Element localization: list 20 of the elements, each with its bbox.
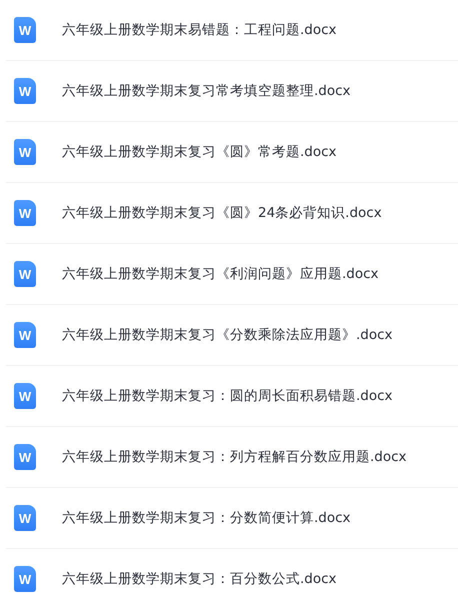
file-name[interactable]: 六年级上册数学期末易错题：工程问题.docx: [62, 21, 337, 39]
document-icon: W: [14, 322, 36, 348]
file-name[interactable]: 六年级上册数学期末复习：分数简便计算.docx: [62, 509, 351, 527]
file-name[interactable]: 六年级上册数学期末复习：圆的周长面积易错题.docx: [62, 387, 393, 405]
document-icon: W: [14, 383, 36, 409]
document-icon: W: [14, 261, 36, 287]
file-name[interactable]: 六年级上册数学期末复习《利润问题》应用题.docx: [62, 265, 379, 283]
document-icon: W: [14, 78, 36, 104]
document-icon: W: [14, 505, 36, 531]
file-name[interactable]: 六年级上册数学期末复习：列方程解百分数应用题.docx: [62, 448, 407, 466]
document-icon: W: [14, 566, 36, 592]
file-name[interactable]: 六年级上册数学期末复习常考填空题整理.docx: [62, 82, 351, 100]
file-name[interactable]: 六年级上册数学期末复习：百分数公式.docx: [62, 570, 337, 588]
document-icon: W: [14, 200, 36, 226]
file-name[interactable]: 六年级上册数学期末复习《圆》常考题.docx: [62, 143, 337, 161]
document-icon: W: [14, 17, 36, 43]
document-icon: W: [14, 444, 36, 470]
document-icon: W: [14, 139, 36, 165]
file-name[interactable]: 六年级上册数学期末复习《圆》24条必背知识.docx: [62, 204, 382, 222]
file-name[interactable]: 六年级上册数学期末复习《分数乘除法应用题》.docx: [62, 326, 393, 344]
